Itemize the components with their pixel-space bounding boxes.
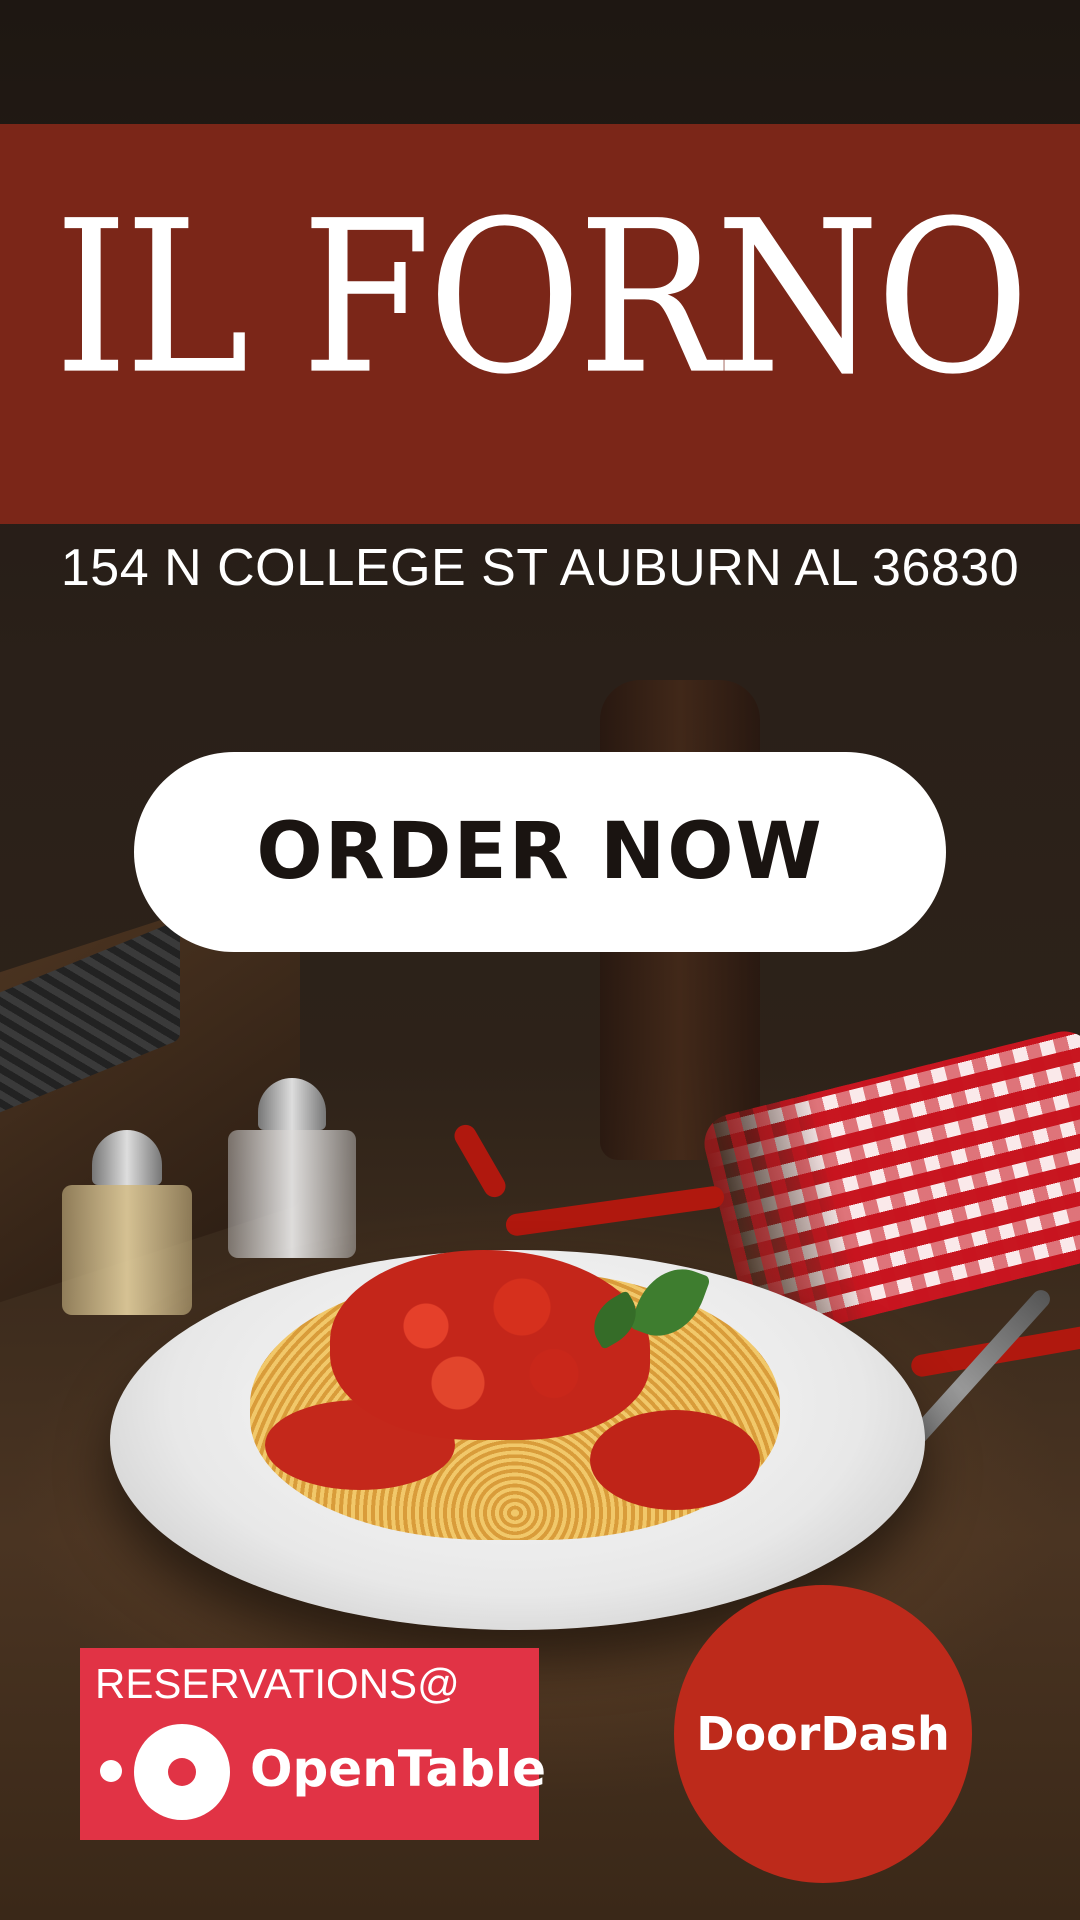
doordash-label: DoorDash xyxy=(696,1707,950,1761)
pepper-shaker xyxy=(62,1130,192,1315)
order-now-label: ORDER NOW xyxy=(256,807,824,897)
restaurant-name: IL FORNO xyxy=(54,175,1030,422)
restaurant-address: 154 N COLLEGE ST AUBURN AL 36830 xyxy=(60,539,1020,597)
opentable-brand: OpenTable xyxy=(250,1740,547,1798)
tomato-sauce xyxy=(590,1410,760,1510)
order-now-button[interactable]: ORDER NOW xyxy=(134,752,946,952)
salt-shaker xyxy=(228,1078,356,1258)
opentable-logo-dot xyxy=(100,1760,122,1782)
reservations-label: RESERVATIONS@ xyxy=(95,1660,460,1707)
doordash-button[interactable]: DoorDash xyxy=(674,1585,972,1883)
opentable-logo-center xyxy=(168,1758,196,1786)
